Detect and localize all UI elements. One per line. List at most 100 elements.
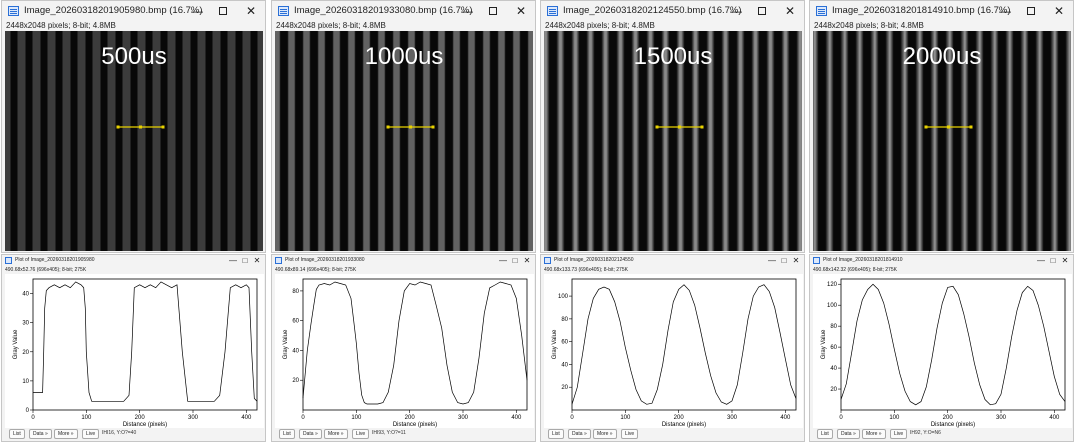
- image-canvas[interactable]: 500us: [5, 31, 263, 251]
- minimize-button[interactable]: —: [997, 3, 1013, 19]
- imagej-app-icon: [8, 6, 19, 16]
- plot-close-button[interactable]: ✕: [252, 255, 262, 267]
- plot-minimize-button[interactable]: —: [767, 255, 777, 267]
- plot-close-button[interactable]: ✕: [791, 255, 801, 267]
- plot-window[interactable]: Plot of Image_20260318201933080 — □ ✕ 49…: [271, 254, 536, 442]
- more-button[interactable]: More »: [54, 429, 78, 439]
- live-button[interactable]: Live: [621, 429, 639, 439]
- plot-minimize-button[interactable]: —: [498, 255, 508, 267]
- x-tick-label: 400: [511, 415, 522, 421]
- data-button[interactable]: Data »: [568, 429, 591, 439]
- profile-chart: 0 100 200 300 400 20 40 60 80 Distance (pixels) Gr…: [283, 278, 528, 428]
- x-tick-label: 200: [943, 415, 954, 421]
- y-tick-label: 100: [827, 303, 838, 309]
- maximize-icon: [489, 7, 497, 15]
- imagej-column: Image_20260318201905980.bmp (16.7%) — ✕ …: [1, 0, 266, 442]
- minimize-button[interactable]: —: [459, 3, 475, 19]
- image-window-titlebar[interactable]: Image_20260318201933080.bmp (16.7%) — ✕: [272, 1, 535, 21]
- plot-close-button[interactable]: ✕: [522, 255, 532, 267]
- image-window-titlebar[interactable]: Image_20260318201905980.bmp (16.7%) — ✕: [2, 1, 265, 21]
- live-button[interactable]: Live: [352, 429, 370, 439]
- image-window-title: Image_20260318201905980.bmp (16.7%): [24, 5, 203, 16]
- minimize-button[interactable]: —: [728, 3, 744, 19]
- close-button[interactable]: ✕: [513, 3, 529, 19]
- imagej-app-icon: [813, 257, 820, 264]
- image-window-title: Image_20260318201814910.bmp (16.7%): [832, 5, 1011, 16]
- plot-button-bar: List Data » More » Live: [544, 429, 803, 440]
- list-button[interactable]: List: [548, 429, 564, 439]
- image-window[interactable]: Image_20260318201933080.bmp (16.7%) — ✕ …: [271, 0, 536, 253]
- y-tick-label: 100: [558, 294, 569, 300]
- data-button[interactable]: Data »: [29, 429, 52, 439]
- imagej-column: Image_20260318201933080.bmp (16.7%) — ✕ …: [271, 0, 536, 442]
- profile-plot[interactable]: 0 100 200 300 400 20 40 60 80 Distance (pixels) Gr…: [275, 274, 534, 428]
- plot-window[interactable]: Plot of Image_20260318201905980 — □ ✕ 49…: [1, 254, 266, 442]
- image-window[interactable]: Image_20260318201905980.bmp (16.7%) — ✕ …: [1, 0, 266, 253]
- close-button[interactable]: ✕: [243, 3, 259, 19]
- close-button[interactable]: ✕: [782, 3, 798, 19]
- live-button[interactable]: Live: [890, 429, 908, 439]
- image-canvas[interactable]: 1500us: [544, 31, 802, 251]
- plot-minimize-button[interactable]: —: [228, 255, 238, 267]
- plot-window-titlebar[interactable]: Plot of Image_20260318201905980 — □ ✕: [2, 255, 265, 267]
- y-tick-label: 60: [292, 319, 299, 325]
- exposure-label: 1000us: [364, 43, 444, 70]
- image-window-title: Image_20260318202124550.bmp (16.7%): [563, 5, 742, 16]
- image-info: 2448x2048 pixels; 8-bit; 4.8MB: [276, 21, 386, 30]
- y-tick-label: 10: [22, 379, 29, 385]
- plot-window-titlebar[interactable]: Plot of Image_20260318202124550 — □ ✕: [541, 255, 804, 267]
- profile-plot[interactable]: 0 100 200 300 400 20 40 60 80 100 120 Distance (pix…: [813, 274, 1072, 428]
- x-tick-label: 400: [780, 415, 791, 421]
- image-canvas[interactable]: 1000us: [275, 31, 533, 251]
- plot-window[interactable]: Plot of Image_20260318202124550 — □ ✕ 49…: [540, 254, 805, 442]
- data-button[interactable]: Data »: [299, 429, 322, 439]
- more-button[interactable]: More »: [593, 429, 617, 439]
- minimize-button[interactable]: —: [189, 3, 205, 19]
- x-tick-label: 300: [458, 415, 469, 421]
- plot-window-titlebar[interactable]: Plot of Image_20260318201814910 — □ ✕: [810, 255, 1073, 267]
- y-axis-label: Gray Value: [552, 329, 558, 359]
- list-button[interactable]: List: [817, 429, 833, 439]
- image-info: 2448x2048 pixels; 8-bit; 4.8MB: [6, 21, 116, 30]
- data-button[interactable]: Data »: [837, 429, 860, 439]
- image-window-titlebar[interactable]: Image_20260318202124550.bmp (16.7%) — ✕: [541, 1, 804, 21]
- list-button[interactable]: List: [9, 429, 25, 439]
- close-button[interactable]: ✕: [1051, 3, 1067, 19]
- plot-maximize-button[interactable]: □: [240, 255, 250, 267]
- maximize-button[interactable]: [754, 3, 770, 19]
- live-button[interactable]: Live: [82, 429, 100, 439]
- imagej-app-icon: [275, 257, 282, 264]
- plot-close-button[interactable]: ✕: [1060, 255, 1070, 267]
- image-canvas[interactable]: 2000us: [813, 31, 1071, 251]
- maximize-button[interactable]: [485, 3, 501, 19]
- x-axis-label: Distance (pixels): [662, 422, 706, 428]
- maximize-button[interactable]: [215, 3, 231, 19]
- y-axis-label: Gray Value: [821, 329, 827, 359]
- y-axis-label: Gray Value: [13, 329, 19, 359]
- profile-plot[interactable]: 0 100 200 300 400 20 40 60 80 100 Distance (pixels…: [544, 274, 803, 428]
- x-tick-label: 0: [31, 415, 35, 421]
- image-window-titlebar[interactable]: Image_20260318201814910.bmp (16.7%) — ✕: [810, 1, 1073, 21]
- x-tick-label: 100: [81, 415, 92, 421]
- list-button[interactable]: List: [279, 429, 295, 439]
- plot-info: 490.68x89.14 (696x405); 8-bit; 275K: [275, 267, 357, 273]
- more-button[interactable]: More »: [862, 429, 886, 439]
- image-window[interactable]: Image_20260318202124550.bmp (16.7%) — ✕ …: [540, 0, 805, 253]
- maximize-button[interactable]: [1023, 3, 1039, 19]
- plot-button-bar: List Data » More » Live IHI93, Y:O?=11: [275, 429, 534, 440]
- image-window[interactable]: Image_20260318201814910.bmp (16.7%) — ✕ …: [809, 0, 1074, 253]
- profile-plot[interactable]: 0 100 200 300 400 0 10 20 30 40 Distance (pixels) G…: [5, 274, 264, 428]
- imagej-app-icon: [816, 6, 827, 16]
- plot-maximize-button[interactable]: □: [1048, 255, 1058, 267]
- plot-window-titlebar[interactable]: Plot of Image_20260318201933080 — □ ✕: [272, 255, 535, 267]
- image-info: 2448x2048 pixels; 8-bit; 4.8MB: [545, 21, 655, 30]
- y-tick-label: 60: [561, 340, 568, 346]
- more-button[interactable]: More »: [324, 429, 348, 439]
- plot-maximize-button[interactable]: □: [779, 255, 789, 267]
- cursor-readout: IH92, Y:O=N6: [910, 430, 941, 436]
- plot-maximize-button[interactable]: □: [510, 255, 520, 267]
- plot-minimize-button[interactable]: —: [1036, 255, 1046, 267]
- y-axis-label: Gray Value: [283, 329, 289, 359]
- plot-window[interactable]: Plot of Image_20260318201814910 — □ ✕ 49…: [809, 254, 1074, 442]
- y-tick-label: 20: [561, 385, 568, 391]
